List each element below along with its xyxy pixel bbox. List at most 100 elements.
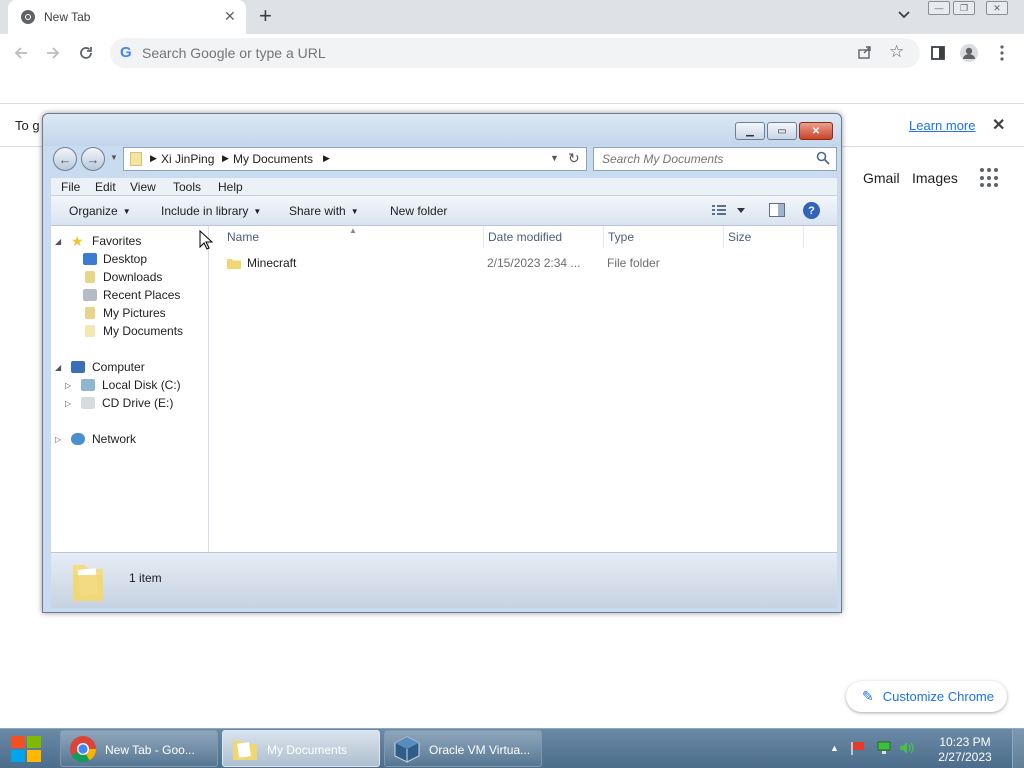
file-row[interactable]: Minecraft 2/15/2023 2:34 ... File folder xyxy=(219,252,829,274)
mouse-cursor-icon xyxy=(199,229,214,253)
taskbar-item-virtualbox[interactable]: Oracle VM Virtua... xyxy=(384,730,542,767)
nav-favorites[interactable]: ◢ ★ Favorites xyxy=(51,232,209,250)
share-icon[interactable] xyxy=(857,44,873,63)
address-dropdown-icon[interactable]: ▼ xyxy=(550,153,559,163)
explorer-menu-bar: File Edit View Tools Help xyxy=(51,178,837,196)
menu-file[interactable]: File xyxy=(61,180,80,194)
tab-title: New Tab xyxy=(44,10,91,24)
file-name: Minecraft xyxy=(247,256,297,270)
address-bar[interactable]: ▶ Xi JinPing ▶ My Documents ▶ ▼ ↻ xyxy=(123,147,587,171)
share-with-button[interactable]: Share with ▼ xyxy=(289,204,359,218)
taskbar-item-my-documents[interactable]: My Documents xyxy=(222,730,380,767)
breadcrumb-user[interactable]: Xi JinPing xyxy=(161,152,214,166)
chrome-menu-kebab-icon[interactable] xyxy=(991,42,1013,64)
nav-desktop[interactable]: Desktop xyxy=(83,250,147,268)
nav-my-pictures[interactable]: My Pictures xyxy=(83,304,166,322)
column-header-date-modified[interactable]: Date modified xyxy=(488,230,562,244)
explorer-close-button[interactable]: ✕ xyxy=(799,122,833,140)
column-header-name[interactable]: Name xyxy=(227,230,259,244)
explorer-title-bar[interactable] xyxy=(43,114,841,146)
learn-more-link[interactable]: Learn more xyxy=(909,118,975,133)
expand-triangle-icon[interactable]: ▷ xyxy=(65,399,71,408)
explorer-folder-icon xyxy=(231,735,259,766)
browser-minimize-button[interactable]: — xyxy=(928,1,950,15)
browser-close-button[interactable]: ✕ xyxy=(986,1,1008,15)
google-apps-icon[interactable] xyxy=(980,168,1000,188)
tab-close-icon[interactable]: ✕ xyxy=(224,8,236,25)
column-divider[interactable] xyxy=(603,226,604,248)
recent-locations-dropdown-icon[interactable]: ▼ xyxy=(110,153,118,162)
column-header-size[interactable]: Size xyxy=(728,230,751,244)
infobar-close-icon[interactable]: ✕ xyxy=(992,115,1005,135)
explorer-forward-icon[interactable]: → xyxy=(81,147,105,171)
my-pictures-icon xyxy=(85,307,95,319)
menu-tools[interactable]: Tools xyxy=(173,180,201,194)
breadcrumb-my-documents[interactable]: My Documents xyxy=(233,152,313,166)
item-count: 1 item xyxy=(129,571,162,585)
column-divider[interactable] xyxy=(723,226,724,248)
search-icon[interactable] xyxy=(816,151,830,168)
infobar-text: To g xyxy=(15,118,40,133)
change-view-icon[interactable] xyxy=(711,203,747,220)
gmail-link[interactable]: Gmail xyxy=(863,170,900,186)
omnibox-input[interactable] xyxy=(142,43,842,63)
profile-avatar-icon[interactable] xyxy=(958,42,980,64)
taskbar-item-chrome-label: New Tab - Goo... xyxy=(105,743,195,757)
preview-pane-icon[interactable] xyxy=(769,203,785,217)
start-button-windows-logo-icon[interactable] xyxy=(10,734,42,764)
action-center-flag-icon[interactable] xyxy=(850,741,864,755)
nav-cd-drive[interactable]: ▷ CD Drive (E:) xyxy=(61,394,209,412)
volume-speaker-icon[interactable] xyxy=(899,741,914,755)
nav-my-documents[interactable]: My Documents xyxy=(83,322,183,340)
tab-search-chevron-icon[interactable] xyxy=(897,8,911,23)
expand-triangle-icon[interactable]: ▷ xyxy=(65,381,71,390)
explorer-back-icon[interactable]: ← xyxy=(53,147,77,171)
menu-view[interactable]: View xyxy=(130,180,156,194)
nav-local-disk[interactable]: ▷ Local Disk (C:) xyxy=(61,376,209,394)
new-tab-button[interactable]: + xyxy=(259,4,272,28)
new-folder-button[interactable]: New folder xyxy=(390,204,447,218)
breadcrumb-separator-icon[interactable]: ▶ xyxy=(150,153,157,164)
menu-help[interactable]: Help xyxy=(218,180,243,194)
downloads-icon xyxy=(85,271,95,283)
column-divider[interactable] xyxy=(803,226,804,248)
system-clock[interactable]: 10:23 PM 2/27/2023 xyxy=(934,735,996,765)
show-desktop-button[interactable] xyxy=(1012,729,1024,768)
refresh-icon[interactable]: ↻ xyxy=(568,150,580,167)
collapse-triangle-icon[interactable]: ◢ xyxy=(55,237,61,246)
explorer-search-box[interactable] xyxy=(593,147,837,171)
side-panel-icon[interactable] xyxy=(927,42,949,64)
expand-triangle-icon[interactable]: ▷ xyxy=(55,435,61,444)
reload-icon[interactable] xyxy=(75,42,97,64)
omnibox[interactable]: G ☆ xyxy=(110,38,920,68)
breadcrumb-separator-icon[interactable]: ▶ xyxy=(323,153,330,164)
breadcrumb-separator-icon[interactable]: ▶ xyxy=(222,153,229,164)
file-type: File folder xyxy=(607,256,660,270)
menu-edit[interactable]: Edit xyxy=(95,180,116,194)
forward-arrow-icon[interactable] xyxy=(42,42,64,64)
taskbar-item-chrome[interactable]: New Tab - Goo... xyxy=(60,730,218,767)
nav-downloads[interactable]: Downloads xyxy=(83,268,162,286)
browser-restore-button[interactable]: ❐ xyxy=(953,1,975,15)
explorer-search-input[interactable] xyxy=(602,152,802,166)
customize-chrome-button[interactable]: ✎ Customize Chrome xyxy=(846,681,1007,712)
chrome-tab-new-tab[interactable]: New Tab ✕ xyxy=(8,0,246,34)
explorer-window: ▁ ▭ ✕ ← → ▼ ▶ Xi JinPing ▶ My Documents … xyxy=(42,113,842,613)
explorer-maximize-button[interactable]: ▭ xyxy=(767,122,797,140)
nav-network[interactable]: ▷ Network xyxy=(51,430,209,448)
column-divider[interactable] xyxy=(483,226,484,248)
desktop-icon xyxy=(83,253,97,265)
nav-computer[interactable]: ◢ Computer xyxy=(51,358,209,376)
back-arrow-icon[interactable] xyxy=(10,42,32,64)
collapse-triangle-icon[interactable]: ◢ xyxy=(55,363,61,372)
explorer-minimize-button[interactable]: ▁ xyxy=(735,122,765,140)
organize-button[interactable]: Organize ▼ xyxy=(69,204,131,218)
show-hidden-icons-icon[interactable]: ▲ xyxy=(830,743,839,753)
bookmark-star-icon[interactable]: ☆ xyxy=(889,42,904,62)
column-header-type[interactable]: Type xyxy=(608,230,634,244)
network-tray-icon[interactable] xyxy=(876,741,891,755)
nav-recent-places[interactable]: Recent Places xyxy=(83,286,180,304)
include-in-library-button[interactable]: Include in library ▼ xyxy=(161,204,261,218)
help-icon[interactable]: ? xyxy=(803,202,820,219)
images-link[interactable]: Images xyxy=(912,170,958,186)
